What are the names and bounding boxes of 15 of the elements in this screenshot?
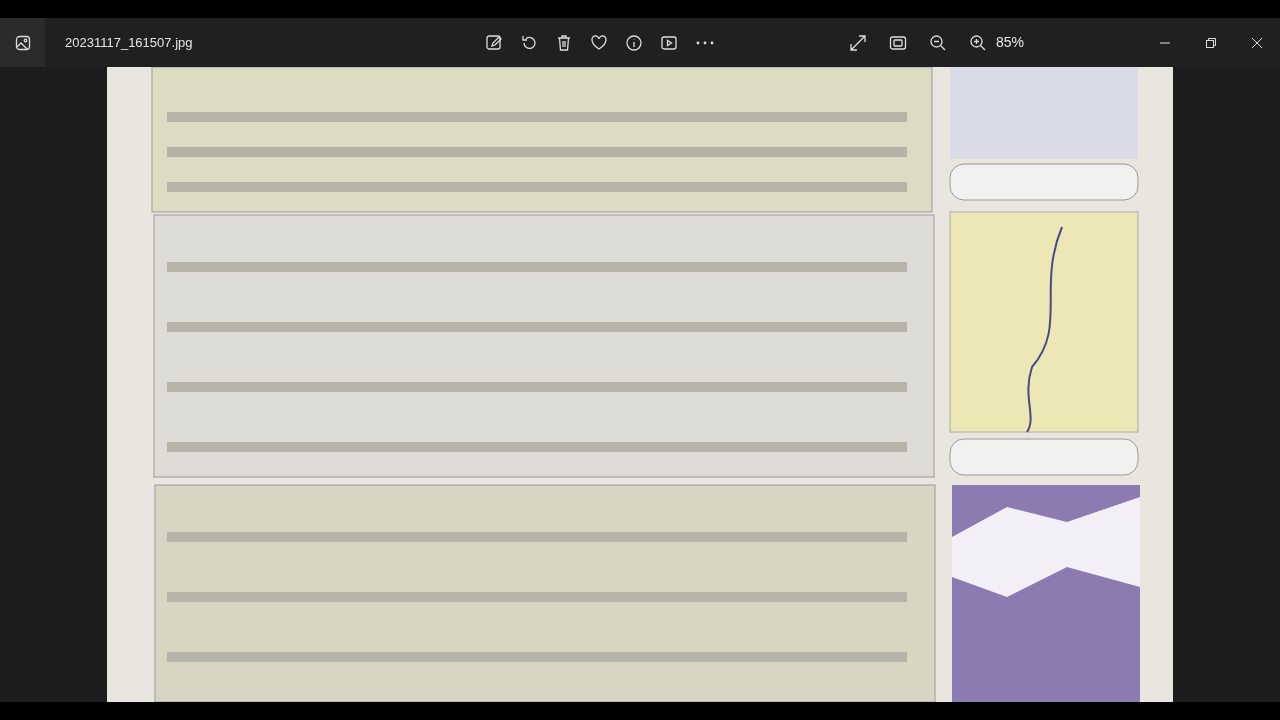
zoom-out-icon[interactable] bbox=[929, 33, 947, 52]
restore-icon bbox=[1206, 37, 1216, 48]
zoom-level[interactable]: 85% bbox=[996, 32, 1025, 53]
rotate-icon[interactable] bbox=[520, 33, 538, 52]
file-name: 20231117_161507.jpg bbox=[65, 33, 194, 52]
info-icon[interactable] bbox=[625, 33, 643, 52]
expand-icon[interactable] bbox=[849, 33, 867, 52]
close-icon bbox=[1252, 37, 1262, 48]
zoom-in-icon[interactable] bbox=[969, 33, 987, 52]
edit-icon[interactable] bbox=[485, 33, 503, 52]
photo-app-icon bbox=[14, 34, 31, 51]
delete-icon[interactable] bbox=[555, 33, 573, 52]
fit-screen-icon[interactable] bbox=[889, 33, 907, 52]
slideshow-icon[interactable] bbox=[660, 33, 678, 52]
heart-icon[interactable] bbox=[590, 33, 608, 52]
